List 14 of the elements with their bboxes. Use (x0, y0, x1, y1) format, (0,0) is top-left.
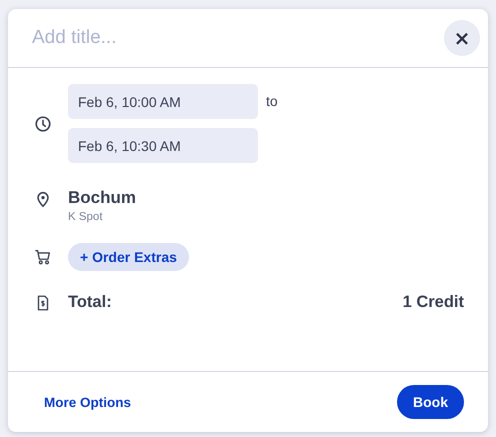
total-label: Total: (68, 293, 113, 312)
title-field[interactable]: Add title... (32, 27, 444, 49)
location-detail: K Spot (68, 211, 104, 223)
start-time-field[interactable]: Feb 6, 10:00 AM (68, 84, 258, 119)
location-name: Bochum (68, 188, 136, 208)
cart-icon (34, 248, 52, 266)
book-button[interactable]: Book (397, 385, 464, 419)
order-extras-button[interactable]: + Order Extras (68, 243, 189, 271)
close-button[interactable]: × (444, 20, 480, 56)
total-value: 1 Credit (402, 293, 464, 312)
more-options-link[interactable]: More Options (44, 394, 131, 410)
clock-icon (34, 114, 52, 132)
end-time-field[interactable]: Feb 6, 10:30 AM (68, 128, 258, 163)
separator-text: to (266, 93, 278, 109)
